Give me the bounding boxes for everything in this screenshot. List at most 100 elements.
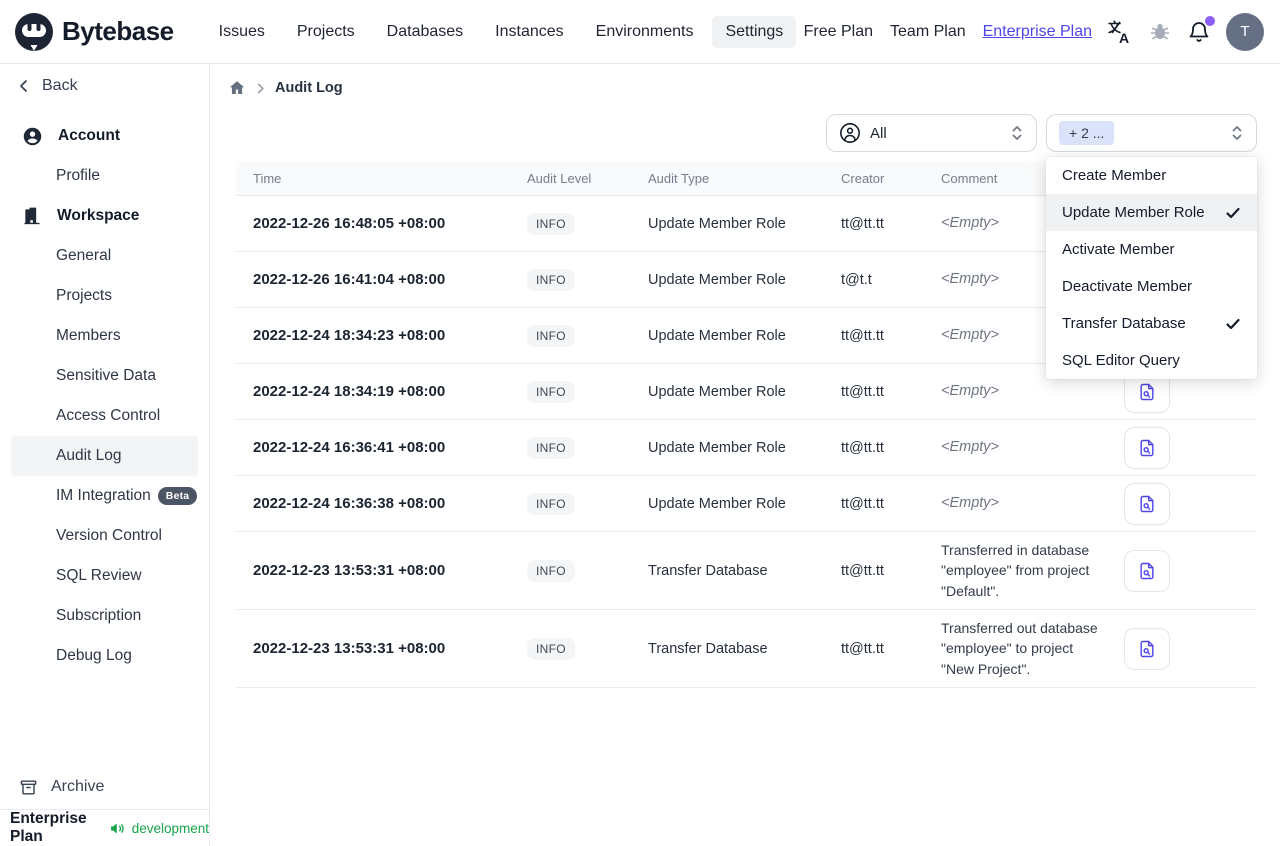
sidebar-item[interactable]: Subscription <box>0 596 209 636</box>
sidebar-item-label: General <box>56 247 112 264</box>
check-icon <box>1225 205 1241 221</box>
level-cell: INFO <box>527 436 648 459</box>
view-log-detail-button[interactable] <box>1124 482 1170 525</box>
sidebar-item[interactable]: Projects <box>0 276 209 316</box>
nav-item[interactable]: Issues <box>206 16 278 48</box>
plan-links: Free Plan Team Plan Enterprise Plan <box>804 23 1092 41</box>
menu-item-label: Deactivate Member <box>1062 278 1193 295</box>
view-log-detail-button[interactable] <box>1124 426 1170 469</box>
bytebase-logo-icon <box>14 12 54 52</box>
sidebar-item-label: Projects <box>56 287 112 304</box>
notifications-bell-icon[interactable] <box>1187 15 1215 44</box>
bug-icon[interactable] <box>1148 20 1172 44</box>
file-search-icon <box>1137 438 1157 458</box>
type-cell: Update Member Role <box>648 215 786 232</box>
view-log-detail-button[interactable] <box>1124 627 1170 670</box>
back-chevron-icon <box>17 79 31 93</box>
sidebar-item[interactable]: Debug Log <box>0 636 209 676</box>
building-icon <box>22 206 42 226</box>
time-cell: 2022-12-26 16:48:05 +08:00 <box>253 215 446 232</box>
nav-item[interactable]: Instances <box>482 16 576 48</box>
sidebar-item[interactable]: Audit Log <box>11 436 198 476</box>
info-badge: INFO <box>527 324 575 347</box>
environment-label: development <box>131 820 209 836</box>
creator-cell: tt@tt.tt <box>841 383 884 400</box>
file-search-icon <box>1137 382 1157 402</box>
menu-item[interactable]: Update Member Role <box>1046 194 1257 231</box>
level-cell: INFO <box>527 559 648 582</box>
menu-item[interactable]: SQL Editor Query <box>1046 342 1257 379</box>
plan-link[interactable]: Enterprise Plan <box>983 23 1092 41</box>
brand[interactable]: Bytebase <box>14 12 174 52</box>
sidebar-item-label: Sensitive Data <box>56 367 156 384</box>
level-cell: INFO <box>527 268 648 291</box>
audit-type-dropdown-menu: Create Member Update Member Role Activat… <box>1046 157 1257 379</box>
sidebar-item[interactable]: Access Control <box>0 396 209 436</box>
nav-item[interactable]: Environments <box>583 16 707 48</box>
creator-cell: tt@tt.tt <box>841 327 884 344</box>
avatar[interactable]: T <box>1226 12 1264 51</box>
nav-item[interactable]: Projects <box>284 16 368 48</box>
menu-item-label: Activate Member <box>1062 241 1175 258</box>
menu-item[interactable]: Transfer Database <box>1046 305 1257 342</box>
creator-filter-select[interactable]: All <box>826 114 1037 152</box>
beta-badge: Beta <box>157 487 198 505</box>
sidebar-section-account: Account <box>0 116 209 156</box>
settings-sidebar: Back Account Profile Workspace General P… <box>0 64 210 846</box>
sidebar-item[interactable]: Profile <box>0 156 209 196</box>
table-row: 2022-12-23 13:53:31 +08:00 INFO Transfer… <box>236 610 1257 688</box>
nav-item[interactable]: Settings <box>712 15 797 48</box>
menu-item-label: Transfer Database <box>1062 315 1186 332</box>
sidebar-item-label: Debug Log <box>56 647 132 664</box>
column-header-creator: Creator <box>841 170 885 186</box>
sidebar-item[interactable]: General <box>0 236 209 276</box>
workspace-items: General Projects Members Sensitive Data … <box>0 236 209 676</box>
column-header-time: Time <box>253 170 282 186</box>
comment-cell: <Empty> <box>941 494 1000 511</box>
brand-name: Bytebase <box>62 16 174 46</box>
comment-cell: Transferred in database "employee" from … <box>941 542 1090 599</box>
time-cell: 2022-12-24 16:36:41 +08:00 <box>253 439 446 456</box>
audit-type-filter-select[interactable]: + 2 ... <box>1046 114 1257 152</box>
action-cell <box>1119 482 1257 525</box>
menu-item[interactable]: Create Member <box>1046 157 1257 194</box>
creator-cell: tt@tt.tt <box>841 562 884 579</box>
info-badge: INFO <box>527 212 575 235</box>
creator-cell: tt@tt.tt <box>841 439 884 456</box>
person-circle-icon <box>839 122 861 144</box>
breadcrumb: Audit Log <box>228 76 1257 100</box>
menu-item[interactable]: Deactivate Member <box>1046 268 1257 305</box>
breadcrumb-current: Audit Log <box>275 80 343 96</box>
back-button[interactable]: Back <box>0 64 209 108</box>
archive-button[interactable]: Archive <box>0 765 209 809</box>
speaker-icon <box>109 820 126 837</box>
sidebar-section-label: Account <box>58 127 120 144</box>
sidebar-item-label: Profile <box>56 167 100 184</box>
current-plan-label: Enterprise Plan <box>10 810 87 845</box>
sidebar-item[interactable]: SQL Review <box>0 556 209 596</box>
sidebar-item-label: IM Integration <box>56 487 151 504</box>
action-cell <box>1119 426 1257 469</box>
table-row: 2022-12-24 16:36:38 +08:00 INFO Update M… <box>236 476 1257 532</box>
nav-item[interactable]: Databases <box>374 16 477 48</box>
level-cell: INFO <box>527 324 648 347</box>
archive-icon <box>19 778 38 797</box>
comment-cell: <Empty> <box>941 382 1000 399</box>
sidebar-item[interactable]: Version Control <box>0 516 209 556</box>
table-row: 2022-12-24 16:36:41 +08:00 INFO Update M… <box>236 420 1257 476</box>
sidebar-item[interactable]: IM Integration Beta <box>0 476 209 516</box>
menu-item[interactable]: Activate Member <box>1046 231 1257 268</box>
home-icon[interactable] <box>228 79 246 97</box>
sidebar-item[interactable]: Members <box>0 316 209 356</box>
time-cell: 2022-12-23 13:53:31 +08:00 <box>253 562 446 579</box>
plan-link[interactable]: Team Plan <box>890 23 966 41</box>
view-log-detail-button[interactable] <box>1124 549 1170 592</box>
translate-icon[interactable]: 文 A <box>1107 19 1133 45</box>
plan-link[interactable]: Free Plan <box>804 23 873 41</box>
comment-cell: <Empty> <box>941 438 1000 455</box>
creator-cell: tt@tt.tt <box>841 640 884 657</box>
creator-cell: tt@tt.tt <box>841 495 884 512</box>
sidebar-item[interactable]: Sensitive Data <box>0 356 209 396</box>
filter-row: All + 2 ... <box>236 114 1257 152</box>
top-right-cluster: Free Plan Team Plan Enterprise Plan 文 A <box>804 12 1264 51</box>
